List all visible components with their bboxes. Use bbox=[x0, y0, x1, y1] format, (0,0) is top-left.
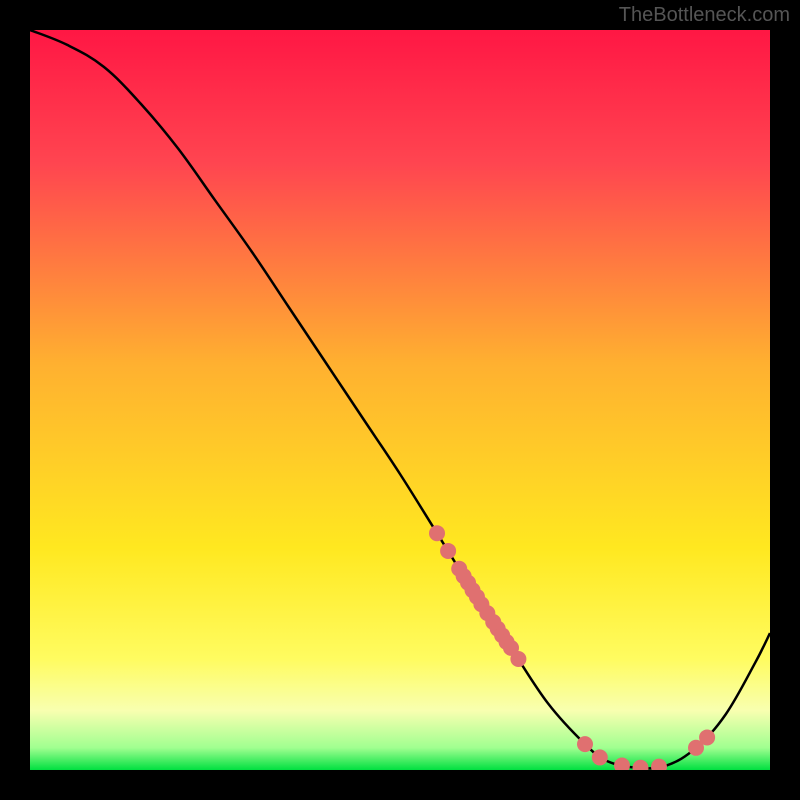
marker-point bbox=[577, 736, 593, 752]
marker-point bbox=[699, 729, 715, 745]
marker-point bbox=[510, 651, 526, 667]
chart-container bbox=[30, 30, 770, 770]
marker-point bbox=[429, 525, 445, 541]
chart-svg bbox=[30, 30, 770, 770]
marker-point bbox=[440, 543, 456, 559]
marker-point bbox=[592, 749, 608, 765]
gradient-background bbox=[30, 30, 770, 770]
watermark-text: TheBottleneck.com bbox=[619, 4, 790, 27]
